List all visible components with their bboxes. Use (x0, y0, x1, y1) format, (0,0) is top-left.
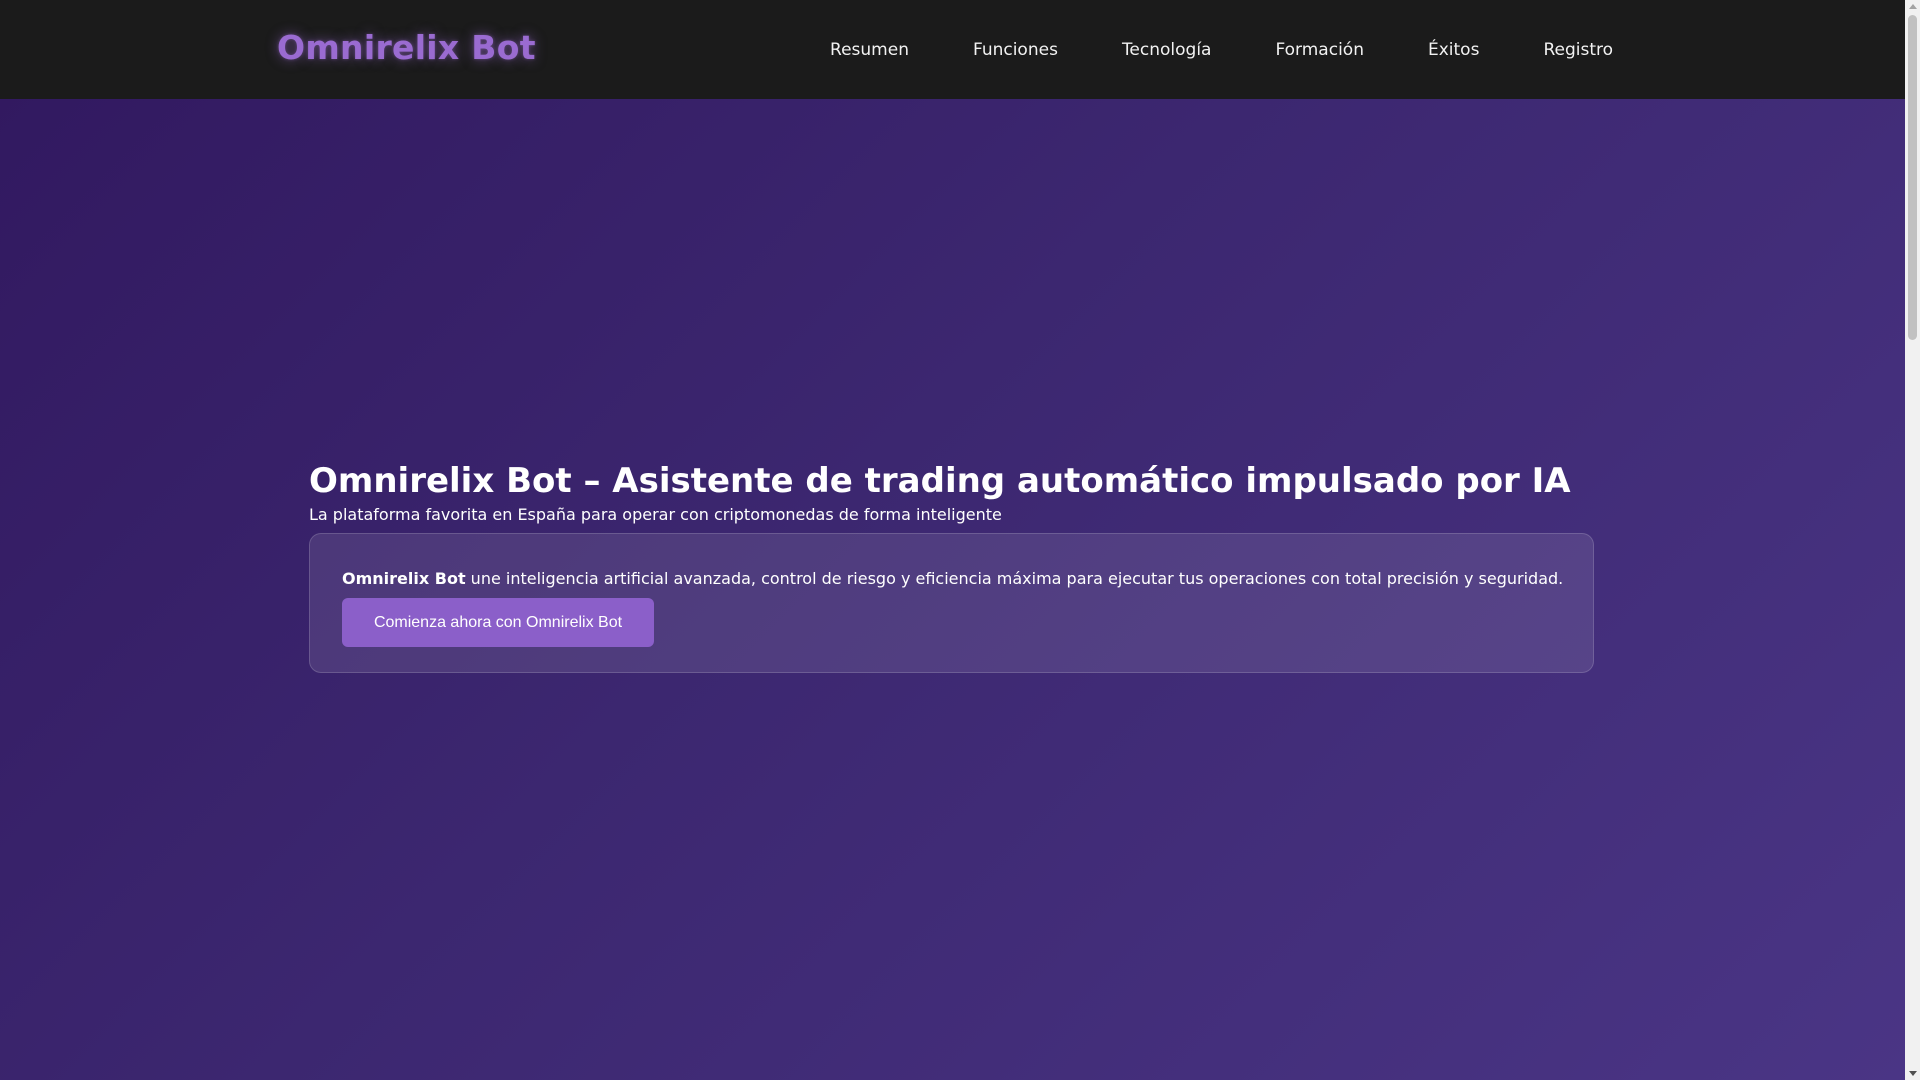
nav-link-registro[interactable]: Registro (1543, 40, 1613, 60)
nav-link-exitos[interactable]: Éxitos (1428, 40, 1479, 60)
nav-link-resumen[interactable]: Resumen (830, 40, 909, 60)
hero-title: Omnirelix Bot – Asistente de trading aut… (309, 461, 1571, 501)
nav-link-formacion[interactable]: Formación (1275, 40, 1364, 60)
nav-link-tecnologia[interactable]: Tecnología (1122, 40, 1212, 60)
hero-card: Omnirelix Bot une inteligencia artificia… (309, 533, 1594, 673)
nav-link-funciones[interactable]: Funciones (973, 40, 1058, 60)
hero-card-brand: Omnirelix Bot (342, 569, 466, 588)
nav-item-exitos: Éxitos (1428, 40, 1479, 60)
top-navbar: Omnirelix Bot Resumen Funciones Tecnolog… (0, 0, 1905, 99)
scroll-thumb[interactable] (1908, 15, 1917, 340)
start-now-button[interactable]: Comienza ahora con Omnirelix Bot (342, 598, 654, 647)
scroll-down-arrow-icon[interactable] (1909, 1071, 1917, 1076)
nav-item-funciones: Funciones (973, 40, 1058, 60)
vertical-scrollbar[interactable] (1905, 0, 1920, 1080)
hero-card-text: Omnirelix Bot une inteligencia artificia… (342, 568, 1564, 590)
hero-subtitle: La plataforma favorita en España para op… (309, 505, 1002, 524)
nav-item-formacion: Formación (1275, 40, 1364, 60)
hero-card-description: une inteligencia artificial avanzada, co… (465, 569, 1564, 588)
main-nav: Resumen Funciones Tecnología Formación É… (766, 0, 1613, 99)
nav-item-tecnologia: Tecnología (1122, 40, 1212, 60)
brand-logo[interactable]: Omnirelix Bot (277, 27, 536, 69)
page-viewport: Omnirelix Bot Resumen Funciones Tecnolog… (0, 0, 1905, 1080)
nav-item-resumen: Resumen (830, 40, 909, 60)
hero-section: Omnirelix Bot – Asistente de trading aut… (309, 459, 1596, 673)
nav-item-registro: Registro (1543, 40, 1613, 60)
scroll-up-arrow-icon[interactable] (1909, 4, 1917, 9)
